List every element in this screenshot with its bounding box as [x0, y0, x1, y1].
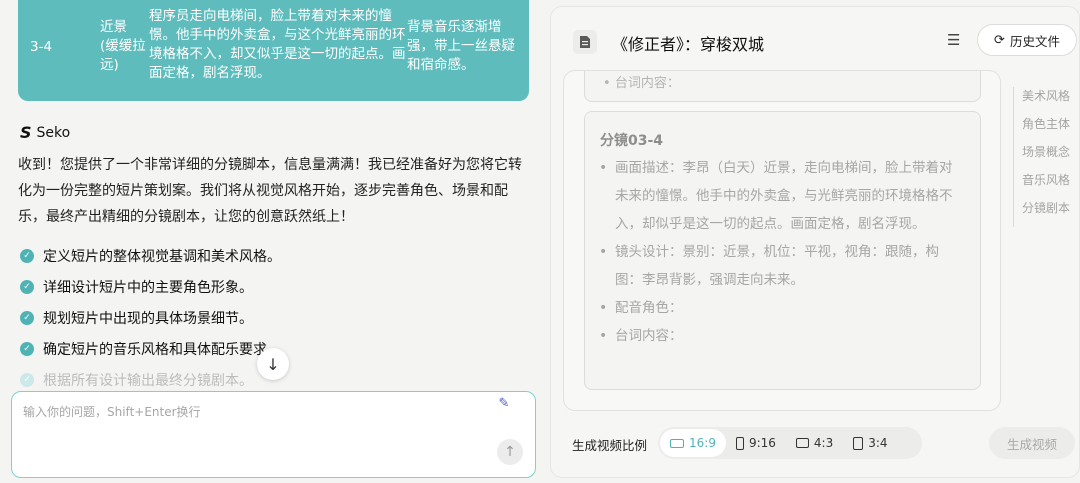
toc-item-scene-concept[interactable]: 场景概念: [1013, 143, 1075, 171]
send-button[interactable]: ↑: [497, 439, 523, 465]
toc-item-storyboard[interactable]: 分镜剧本: [1013, 199, 1075, 227]
check-circle-icon: ✓: [20, 372, 34, 387]
toc-item-art-style[interactable]: 美术风格: [1013, 87, 1075, 115]
shot-id-cell: 3-4: [30, 39, 53, 55]
document-panel: 《修正者》：穿梭双城 ☰ ⟳ 历史文件 • 台词内容： 分镜03-4 • 画面描述…: [550, 6, 1080, 478]
arrow-up-icon: ↑: [504, 444, 516, 460]
shot-detail-item: • 镜头设计：景别：近景，机位：平视，视角：跟随，构图：李昂背影，强调走向未来。: [599, 244, 939, 288]
pen-icon[interactable]: ✎: [493, 392, 515, 414]
history-clock-icon: ⟳: [994, 32, 1005, 48]
previous-shot-item: 台词内容：: [614, 76, 680, 91]
document-title: 《修正者》：穿梭双城: [612, 35, 765, 54]
landscape-ratio-icon: [670, 438, 684, 448]
assistant-brand: S Seko: [20, 123, 70, 142]
toc-item-music-style[interactable]: 音乐风格: [1013, 171, 1075, 199]
checklist-item: ✓ 定义短片的整体视觉基调和美术风格。: [20, 240, 520, 271]
ratio-option-4-3[interactable]: 4:3: [786, 429, 843, 457]
chat-input[interactable]: [23, 403, 493, 463]
history-files-label: 历史文件: [1009, 33, 1060, 49]
document-icon: [573, 30, 597, 54]
shot-detail-item: • 配音角色：: [599, 300, 683, 316]
history-files-button[interactable]: ⟳ 历史文件: [977, 24, 1077, 56]
document-content[interactable]: • 台词内容： 分镜03-4 • 画面描述：李昂（白天）近景，走向电梯间，脸上带着…: [563, 70, 1001, 411]
check-circle-icon: ✓: [20, 341, 34, 356]
shot-type-cell: 近景 (缓缓拉 远): [100, 19, 146, 73]
seko-logo-icon: S: [20, 123, 32, 142]
shot-card: 分镜03-4 • 画面描述：李昂（白天）近景，走向电梯间，脸上带着对未来的憧憬。他…: [584, 111, 981, 390]
chat-input-box: ✎ ↑: [11, 391, 536, 478]
shot-detail-item: • 台词内容：: [599, 328, 683, 344]
generate-video-button[interactable]: 生成视频: [989, 427, 1075, 459]
check-circle-icon: ✓: [20, 248, 34, 263]
toc-item-characters[interactable]: 角色主体: [1013, 115, 1075, 143]
audio-cell: 背景音乐逐渐增强，带上一丝悬疑和宿命感。: [407, 19, 515, 73]
ratio-option-9-16[interactable]: 9:16: [726, 429, 786, 457]
assistant-name: Seko: [36, 124, 71, 141]
outline-icon[interactable]: ☰: [947, 31, 960, 49]
previous-shot-card: • 台词内容：: [584, 71, 981, 102]
ratio-option-3-4[interactable]: 3:4: [843, 429, 897, 457]
check-circle-icon: ✓: [20, 310, 34, 325]
checklist-item: ✓ 详细设计短片中的主要角色形象。: [20, 271, 520, 302]
check-circle-icon: ✓: [20, 279, 34, 294]
checklist-item: ✓ 规划短片中出现的具体场景细节。: [20, 302, 520, 333]
chat-panel: 3-4 近景 (缓缓拉 远) 程序员走向电梯间，脸上带着对未来的憧憬。他手中的外…: [0, 0, 548, 483]
table-of-contents: 美术风格 角色主体 场景概念 音乐风格 分镜剧本: [1013, 87, 1075, 227]
arrow-down-icon: ↓: [266, 354, 280, 374]
landscape-ratio-icon: [795, 438, 809, 448]
shot-card-details: • 画面描述：李昂（白天）近景，走向电梯间，脸上带着对未来的憧憬。他手中的外卖盒，…: [599, 154, 959, 350]
shot-card-title: 分镜03-4: [600, 133, 664, 149]
assistant-message: 收到！您提供了一个非常详细的分镜脚本，信息量满满！我已经准备好为您将它转化为一份…: [18, 157, 522, 225]
video-ratio-selector: 16:9 9:16 4:3 3:4: [658, 427, 922, 459]
ratio-option-16-9[interactable]: 16:9: [660, 429, 726, 457]
shot-detail-item: • 画面描述：李昂（白天）近景，走向电梯间，脸上带着对未来的憧憬。他手中的外卖盒，…: [599, 160, 953, 232]
portrait-ratio-icon: [853, 436, 864, 450]
scroll-to-bottom-button[interactable]: ↓: [257, 348, 289, 380]
storyboard-table-row: 3-4 近景 (缓缓拉 远) 程序员走向电梯间，脸上带着对未来的憧憬。他手中的外…: [18, 0, 529, 101]
video-ratio-label: 生成视频比例: [572, 438, 648, 453]
portrait-ratio-icon: [735, 436, 744, 450]
visual-description-cell: 程序员走向电梯间，脸上带着对未来的憧憬。他手中的外卖盒，与这个光鲜亮丽的环境格格…: [149, 8, 406, 81]
